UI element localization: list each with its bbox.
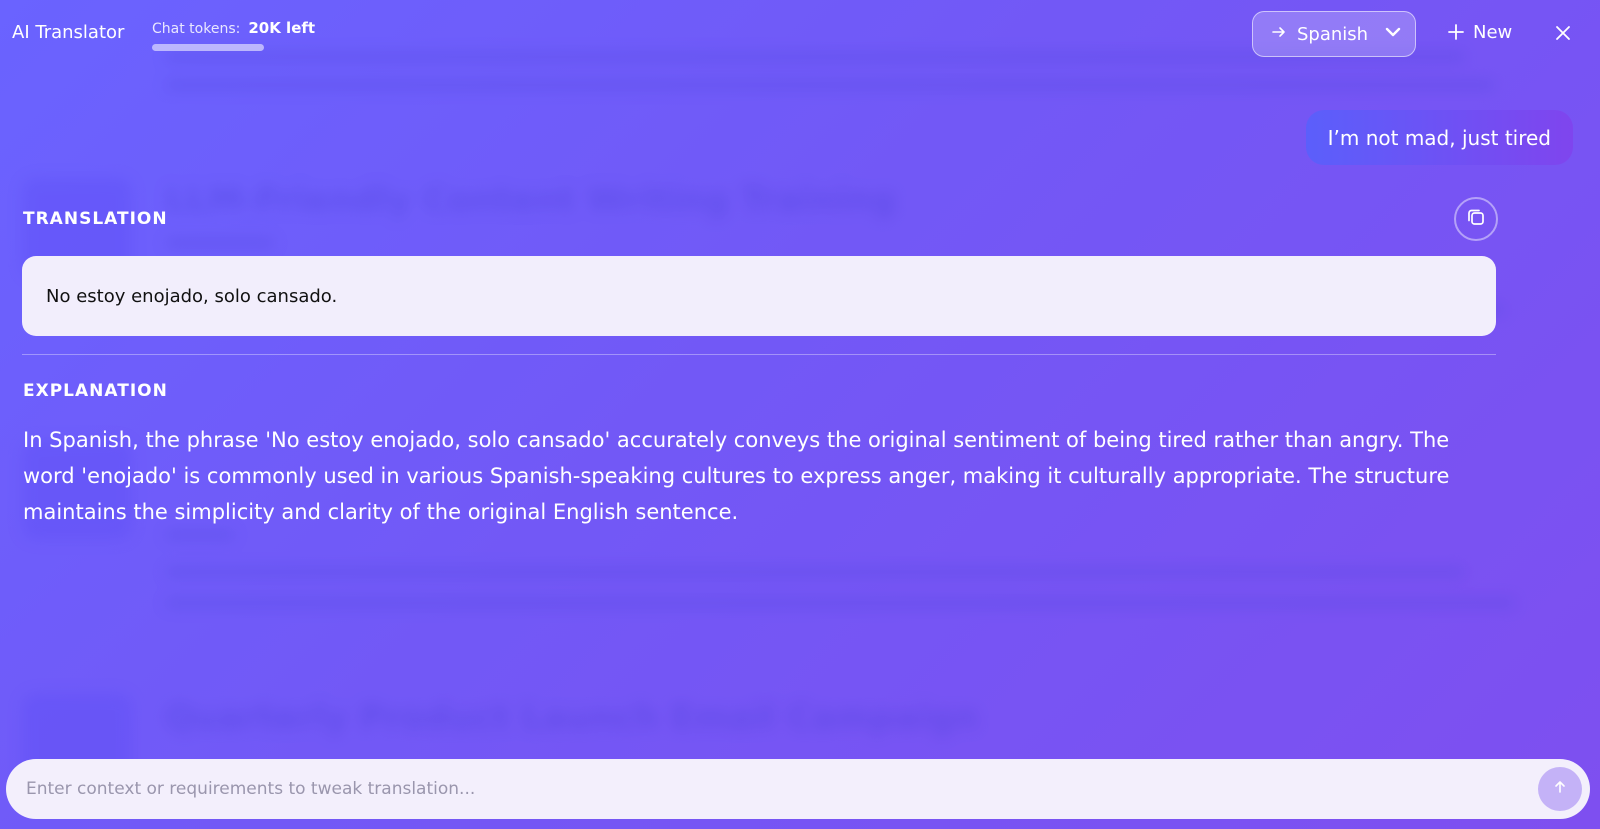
app-title: AI Translator — [12, 22, 125, 43]
target-language-select[interactable]: Spanish — [1252, 11, 1416, 57]
bg-text-line — [165, 80, 1495, 90]
arrow-up-icon — [1552, 779, 1568, 800]
explanation-heading: EXPLANATION — [23, 381, 168, 401]
new-chat-label: New — [1473, 22, 1513, 43]
copy-icon — [1465, 206, 1487, 232]
copy-button[interactable] — [1454, 197, 1498, 241]
arrow-right-icon — [1271, 24, 1287, 44]
close-button[interactable] — [1554, 20, 1572, 48]
translation-heading: TRANSLATION — [23, 209, 168, 229]
bg-title: LLM-Friendly Content Writing Training — [165, 180, 896, 220]
translation-result-box: No estoy enojado, solo cansado. — [22, 256, 1496, 336]
chevron-down-icon — [1385, 26, 1401, 42]
user-message-bubble: I’m not mad, just tired — [1305, 110, 1573, 165]
bg-text-line — [165, 530, 235, 540]
target-language-label: Spanish — [1297, 23, 1369, 45]
plus-icon — [1447, 23, 1465, 42]
refine-input[interactable] — [24, 778, 1538, 800]
bg-text-line — [165, 598, 1515, 608]
send-button[interactable] — [1538, 767, 1582, 811]
bg-text-line — [165, 567, 1465, 577]
translation-text: No estoy enojado, solo cansado. — [46, 285, 338, 307]
close-icon — [1554, 20, 1572, 48]
section-divider — [22, 354, 1496, 355]
tokens-progress-bar — [152, 44, 264, 51]
explanation-text: In Spanish, the phrase 'No estoy enojado… — [23, 428, 1450, 524]
tokens-label: Chat tokens: — [152, 21, 241, 37]
user-message-text: I’m not mad, just tired — [1327, 125, 1551, 150]
bg-title: Quarterly Product Launch Email Campaign — [165, 698, 979, 738]
refine-input-bar — [6, 759, 1590, 819]
tokens-value: 20K left — [248, 19, 316, 37]
header: AI Translator Chat tokens: 20K left Spani… — [0, 0, 1600, 70]
bg-text-line — [165, 238, 275, 248]
new-chat-button[interactable]: New — [1447, 22, 1512, 43]
token-counter: Chat tokens: 20K left — [152, 18, 315, 51]
